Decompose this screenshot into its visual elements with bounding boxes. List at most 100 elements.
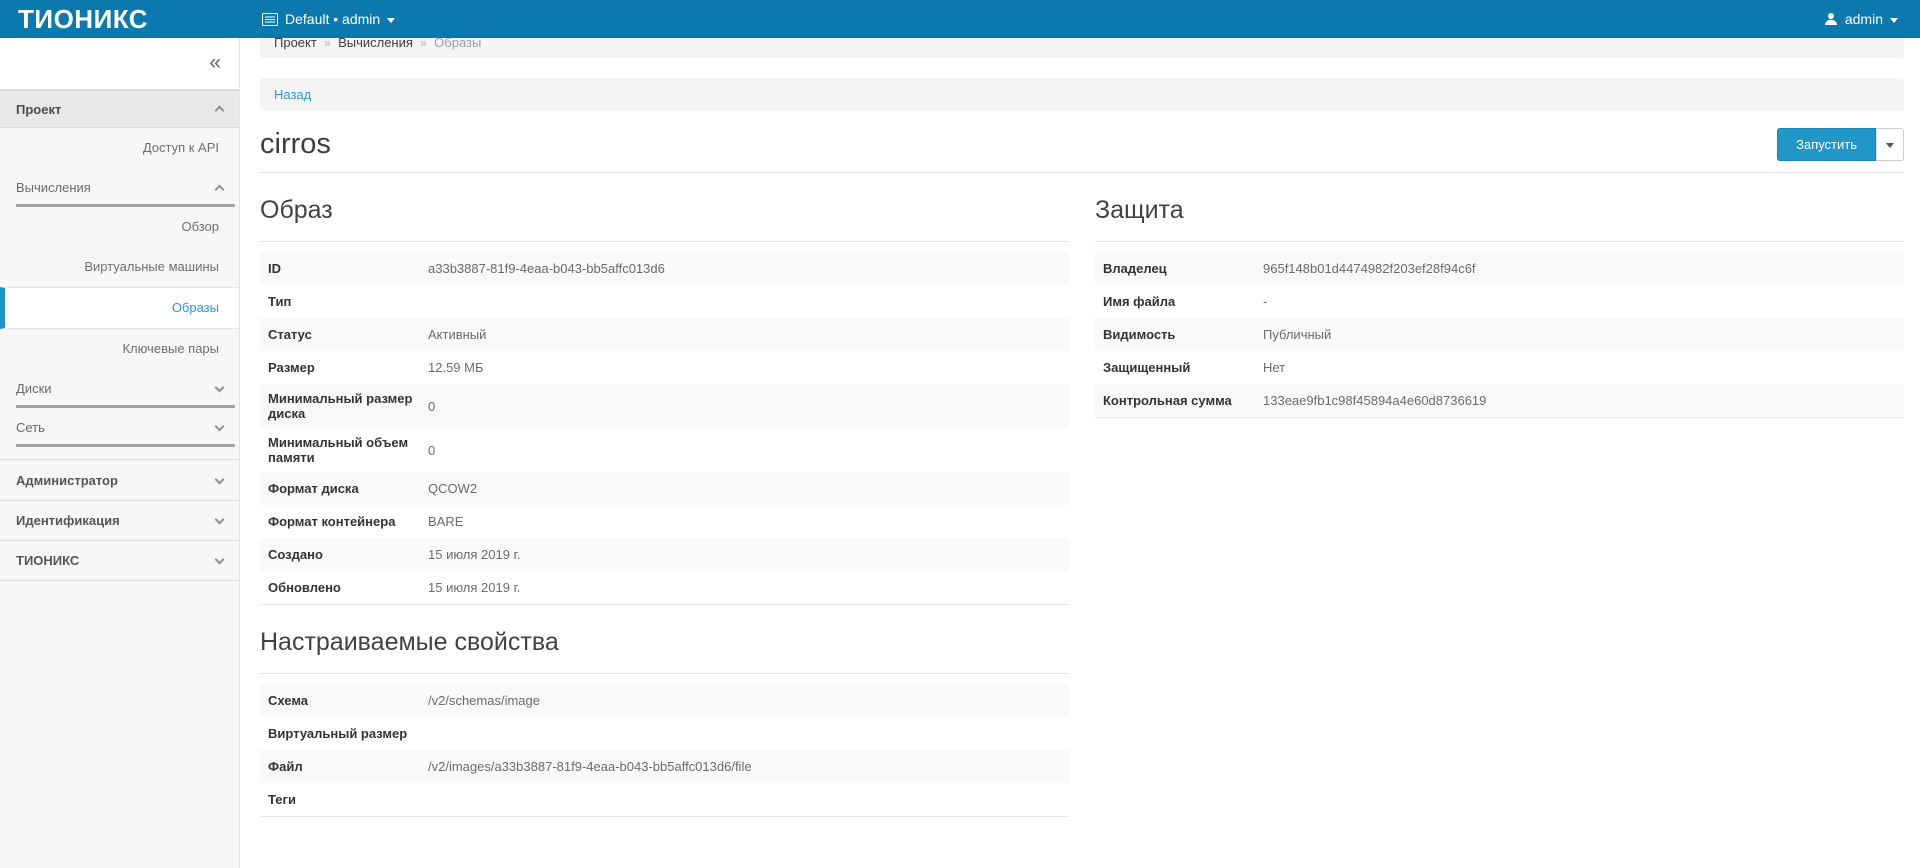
- chevron-down-icon: [215, 474, 225, 484]
- launch-dropdown-toggle[interactable]: [1876, 128, 1904, 161]
- detail-label: Защищенный: [1103, 353, 1263, 382]
- detail-label: Статус: [268, 320, 428, 349]
- double-chevron-left-icon: «: [209, 51, 221, 74]
- sidebar-dashboard-project[interactable]: Проект: [0, 90, 239, 128]
- detail-label: Контрольная сумма: [1103, 386, 1263, 415]
- user-icon: [1824, 12, 1838, 26]
- detail-value: Активный: [428, 320, 486, 349]
- section-title-custom-properties: Настраиваемые свойства: [260, 627, 1069, 657]
- sidebar-group-label: Сеть: [16, 420, 45, 435]
- detail-row: Размер12.59 МБ: [260, 351, 1069, 384]
- dashboard-label: Администратор: [16, 473, 118, 488]
- detail-row: Виртуальный размер: [260, 717, 1069, 750]
- group-underline: [16, 444, 235, 447]
- detail-row: ЗащищенныйНет: [1095, 351, 1904, 384]
- user-menu[interactable]: admin: [1824, 11, 1898, 27]
- sidebar-item[interactable]: Обзор: [0, 207, 239, 247]
- custom-properties-section: Настраиваемые свойства Схема/v2/schemas/…: [260, 605, 1069, 817]
- detail-row: Минимальный размер диска0: [260, 384, 1069, 428]
- sidebar-group-label: Вычисления: [16, 180, 91, 195]
- back-link[interactable]: Назад: [274, 87, 311, 102]
- sidebar-item[interactable]: Ключевые пары: [0, 329, 239, 369]
- detail-label: Теги: [268, 785, 428, 814]
- detail-row: Схема/v2/schemas/image: [260, 684, 1069, 717]
- section-divider: [260, 673, 1069, 674]
- detail-label: Размер: [268, 353, 428, 382]
- sidebar-group-header: Сеть: [16, 420, 223, 435]
- detail-value: 965f148b01d4474982f203ef28f94c6f: [1263, 254, 1476, 283]
- detail-value: 15 июля 2019 г.: [428, 540, 520, 569]
- detail-value: QCOW2: [428, 474, 477, 503]
- detail-value: Нет: [1263, 353, 1285, 382]
- custom-properties-detail-table: Схема/v2/schemas/imageВиртуальный размер…: [260, 684, 1069, 817]
- detail-row: Файл/v2/images/a33b3887-81f9-4eaa-b043-b…: [260, 750, 1069, 783]
- detail-value: 12.59 МБ: [428, 353, 484, 382]
- detail-value: BARE: [428, 507, 463, 536]
- sidebar-dashboards: Администратор Идентификация ТИОНИКС: [0, 459, 239, 581]
- chevron-down-icon: [215, 383, 225, 393]
- detail-label: Имя файла: [1103, 287, 1263, 316]
- detail-label: Формат диска: [268, 474, 428, 503]
- detail-row: Тип: [260, 285, 1069, 318]
- main-content: Проект»Вычисления»Образы Назад cirros За…: [240, 0, 1920, 817]
- sidebar-group[interactable]: Сеть: [0, 408, 239, 447]
- sidebar-dashboard[interactable]: Идентификация: [0, 500, 239, 540]
- detail-label: Формат контейнера: [268, 507, 428, 536]
- top-navbar: ТИОНИКС Default • admin admin: [0, 0, 1920, 38]
- caret-down-icon: [1886, 143, 1894, 148]
- detail-value: 15 июля 2019 г.: [428, 573, 520, 602]
- detail-row: Формат дискаQCOW2: [260, 472, 1069, 505]
- detail-label: Видимость: [1103, 320, 1263, 349]
- sidebar-group[interactable]: Диски: [0, 369, 239, 408]
- detail-row: Минимальный объем памяти0: [260, 428, 1069, 472]
- chevron-down-icon: [215, 515, 225, 525]
- detail-row: Владелец965f148b01d4474982f203ef28f94c6f: [1095, 252, 1904, 285]
- sidebar-item[interactable]: Доступ к API: [0, 128, 239, 168]
- detail-row: Имя файла-: [1095, 285, 1904, 318]
- image-detail-table: IDa33b3887-81f9-4eaa-b043-bb5affc013d6Ти…: [260, 252, 1069, 605]
- sidebar-nav: Доступ к API Вычисления ОбзорВиртуальные м…: [0, 128, 239, 447]
- detail-row: СтатусАктивный: [260, 318, 1069, 351]
- detail-value: a33b3887-81f9-4eaa-b043-bb5affc013d6: [428, 254, 665, 283]
- detail-value: -: [1263, 287, 1267, 316]
- detail-row: IDa33b3887-81f9-4eaa-b043-bb5affc013d6: [260, 252, 1069, 285]
- page-header: cirros Запустить: [260, 126, 1904, 162]
- section-title-image: Образ: [260, 195, 1069, 225]
- detail-label: Схема: [268, 686, 428, 715]
- chevron-up-icon: [215, 106, 225, 116]
- sidebar-collapse-row: «: [0, 38, 239, 90]
- launch-button[interactable]: Запустить: [1777, 128, 1876, 161]
- chevron-down-icon: [215, 422, 225, 432]
- detail-label: Виртуальный размер: [268, 719, 428, 748]
- section-title-security: Защита: [1095, 195, 1904, 225]
- sidebar-dashboard[interactable]: Администратор: [0, 460, 239, 500]
- brand-logo[interactable]: ТИОНИКС: [0, 0, 240, 38]
- sidebar-group-label: Диски: [16, 381, 52, 396]
- user-menu-label: admin: [1845, 11, 1883, 27]
- sidebar-group[interactable]: Вычисления: [0, 168, 239, 207]
- detail-label: Минимальный размер диска: [268, 384, 428, 428]
- detail-value: /v2/images/a33b3887-81f9-4eaa-b043-bb5af…: [428, 752, 752, 781]
- sidebar-item-active[interactable]: Образы: [0, 287, 239, 329]
- sidebar-collapse-button[interactable]: «: [209, 38, 221, 88]
- detail-value: 133eae9fb1c98f45894a4e60d8736619: [1263, 386, 1486, 415]
- detail-value: 0: [428, 392, 435, 421]
- projects-icon: [262, 13, 278, 26]
- back-bar: Назад: [260, 78, 1904, 111]
- sidebar-dashboard[interactable]: ТИОНИКС: [0, 540, 239, 580]
- security-detail-table: Владелец965f148b01d4474982f203ef28f94c6f…: [1095, 252, 1904, 418]
- sidebar-item[interactable]: Виртуальные машины: [0, 247, 239, 287]
- section-divider: [1095, 241, 1904, 242]
- detail-value: 0: [428, 436, 435, 465]
- dashboard-label: ТИОНИКС: [16, 553, 79, 568]
- security-section: Защита Владелец965f148b01d4474982f203ef2…: [1095, 173, 1904, 605]
- detail-row: Создано15 июля 2019 г.: [260, 538, 1069, 571]
- chevron-up-icon: [215, 184, 225, 194]
- detail-label: ID: [268, 254, 428, 283]
- detail-label: Файл: [268, 752, 428, 781]
- image-section: Образ IDa33b3887-81f9-4eaa-b043-bb5affc0…: [260, 173, 1069, 605]
- sidebar: « Проект Доступ к API Вычисления ОбзорВирт…: [0, 38, 240, 868]
- detail-columns: Образ IDa33b3887-81f9-4eaa-b043-bb5affc0…: [260, 173, 1904, 817]
- detail-label: Обновлено: [268, 573, 428, 602]
- context-switcher[interactable]: Default • admin: [262, 11, 395, 27]
